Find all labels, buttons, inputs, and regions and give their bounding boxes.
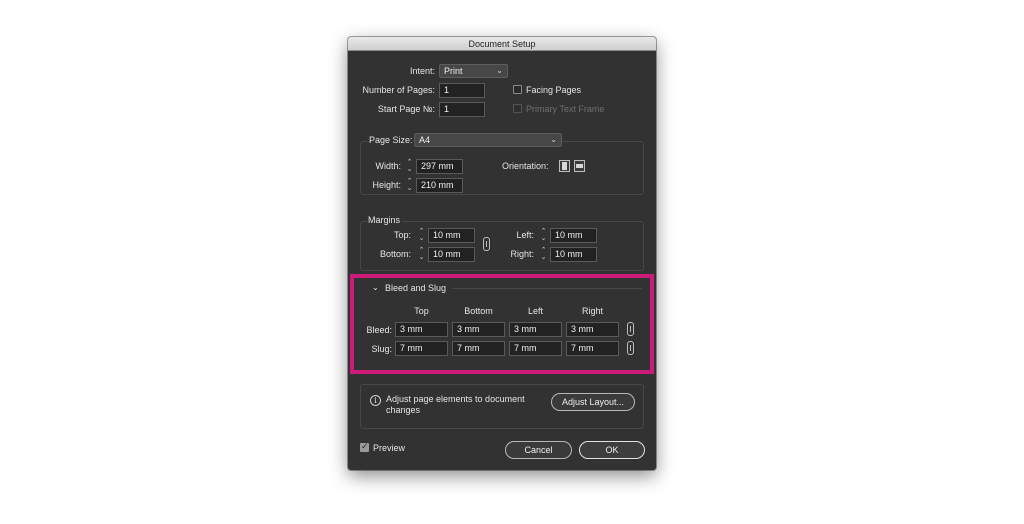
width-input[interactable]: 297 mm bbox=[416, 159, 463, 174]
margins-link-icon[interactable] bbox=[483, 237, 490, 251]
height-stepper[interactable]: ⌃ ⌄ bbox=[404, 178, 415, 193]
page-size-label: Page Size: bbox=[369, 134, 415, 146]
start-page-input[interactable]: 1 bbox=[439, 102, 485, 117]
margin-bottom-label: Bottom: bbox=[379, 249, 411, 259]
chevron-down-icon: ⌄ bbox=[496, 66, 503, 75]
bleed-slug-highlight-frame bbox=[350, 274, 654, 374]
document-setup-dialog: Document Setup Intent: Print ⌄ Number of… bbox=[348, 37, 656, 470]
adjust-text-line2: changes bbox=[386, 405, 421, 415]
facing-pages-label: Facing Pages bbox=[526, 85, 582, 95]
chevron-down-icon: ⌄ bbox=[550, 135, 557, 144]
intent-select[interactable]: Print ⌄ bbox=[439, 64, 508, 78]
margin-top-label: Top: bbox=[393, 230, 411, 240]
landscape-orientation-icon[interactable] bbox=[574, 160, 585, 172]
cancel-button[interactable]: Cancel bbox=[505, 441, 572, 459]
page-size-select[interactable]: A4 ⌄ bbox=[414, 133, 562, 147]
start-page-label: Start Page №: bbox=[377, 104, 435, 114]
facing-pages-checkbox[interactable] bbox=[513, 85, 522, 94]
portrait-orientation-icon[interactable] bbox=[559, 160, 570, 172]
width-stepper[interactable]: ⌃ ⌄ bbox=[404, 159, 415, 174]
num-pages-label: Number of Pages: bbox=[362, 85, 435, 95]
height-input[interactable]: 210 mm bbox=[416, 178, 463, 193]
orientation-label: Orientation: bbox=[502, 161, 549, 171]
margins-title: Margins bbox=[368, 214, 403, 226]
margin-bottom-input[interactable]: 10 mm bbox=[428, 247, 475, 262]
width-label: Width: bbox=[375, 161, 401, 171]
intent-label: Intent: bbox=[409, 66, 435, 76]
margin-right-input[interactable]: 10 mm bbox=[550, 247, 597, 262]
intent-value: Print bbox=[444, 66, 463, 76]
preview-checkbox[interactable] bbox=[360, 441, 369, 452]
adjust-layout-button[interactable]: Adjust Layout... bbox=[551, 393, 635, 411]
margin-top-input[interactable]: 10 mm bbox=[428, 228, 475, 243]
margin-left-input[interactable]: 10 mm bbox=[550, 228, 597, 243]
info-icon: i bbox=[370, 395, 381, 406]
page-size-value: A4 bbox=[419, 135, 431, 145]
preview-label: Preview bbox=[373, 443, 406, 453]
margin-bottom-stepper[interactable]: ⌃ ⌄ bbox=[416, 247, 427, 262]
dialog-title: Document Setup bbox=[348, 37, 656, 51]
primary-text-frame-checkbox[interactable] bbox=[513, 104, 522, 113]
margin-top-stepper[interactable]: ⌃ ⌄ bbox=[416, 228, 427, 243]
margin-right-label: Right: bbox=[510, 249, 534, 259]
ok-button[interactable]: OK bbox=[579, 441, 645, 459]
height-label: Height: bbox=[372, 180, 401, 190]
margin-right-stepper[interactable]: ⌃ ⌄ bbox=[538, 247, 549, 262]
margin-left-stepper[interactable]: ⌃ ⌄ bbox=[538, 228, 549, 243]
num-pages-input[interactable]: 1 bbox=[439, 83, 485, 98]
primary-text-frame-label: Primary Text Frame bbox=[526, 104, 605, 114]
margin-left-label: Left: bbox=[516, 230, 534, 240]
